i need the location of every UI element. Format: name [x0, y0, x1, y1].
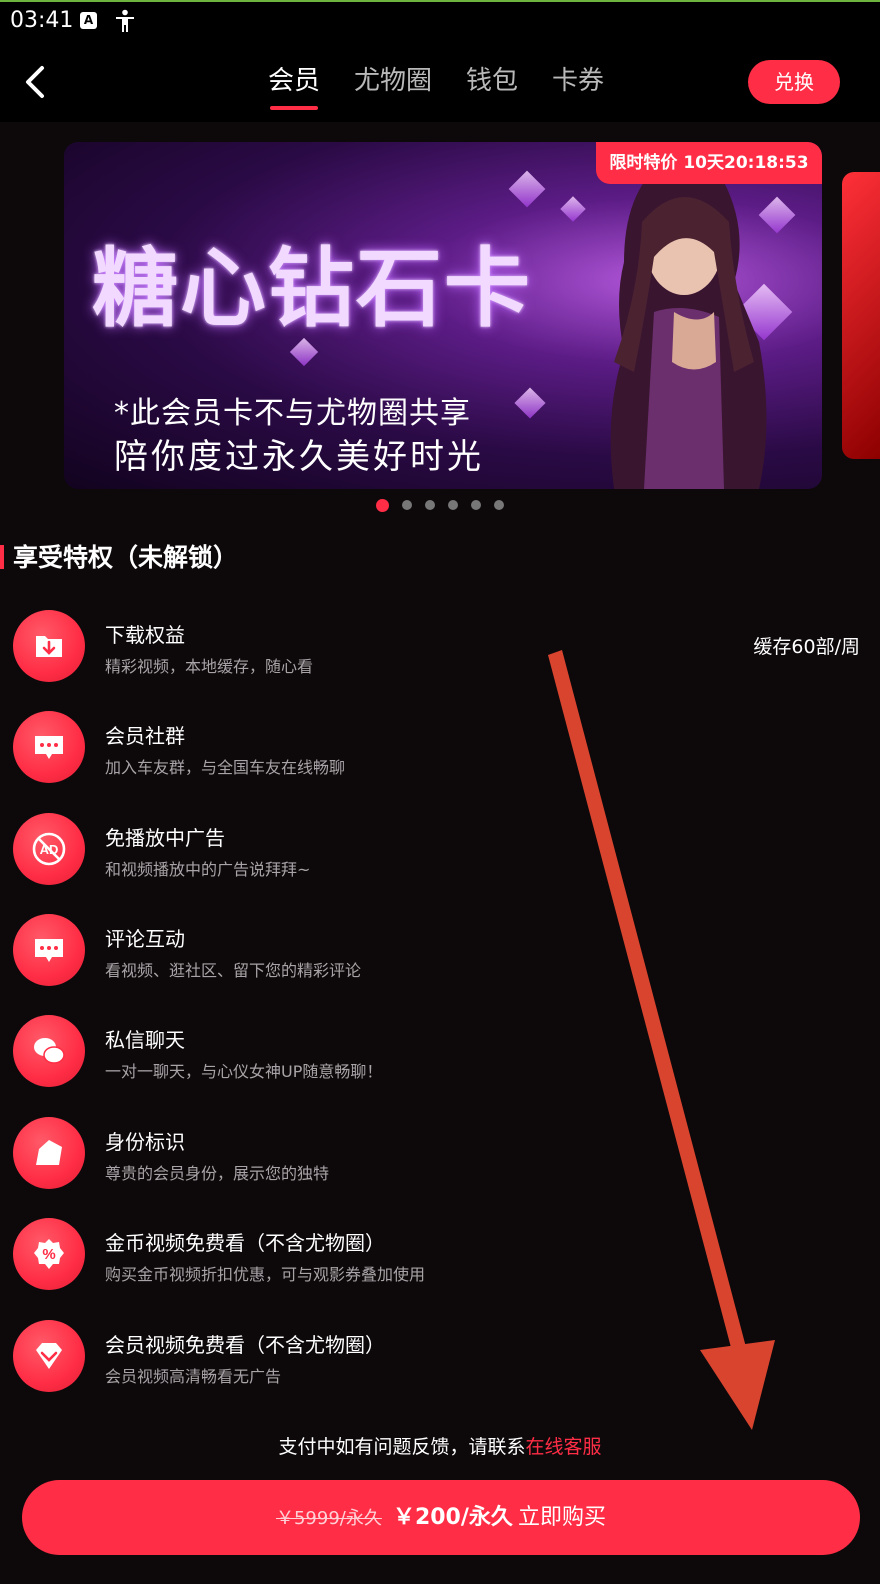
notification-a-icon: A — [80, 12, 97, 29]
privilege-item-private-message: 私信聊天 一对一聊天，与心仪女神UP随意畅聊！ — [0, 1015, 880, 1115]
privilege-item-member-video: 会员视频免费看（不含尤物圈） 会员视频高清畅看无广告 — [0, 1320, 880, 1420]
privilege-title: 评论互动 — [105, 927, 185, 951]
help-text: 支付中如有问题反馈，请联系 — [278, 1436, 526, 1458]
buy-now-label: 立即购买 — [518, 1505, 607, 1530]
diamond-decoration-icon — [514, 387, 546, 419]
accessibility-icon — [116, 9, 134, 32]
carousel-dot[interactable] — [471, 500, 481, 510]
banner-subtitle-slogan: 陪你度过永久美好时光 — [114, 437, 484, 477]
original-price: ￥5999/永久 — [275, 1508, 382, 1529]
status-bar: 03:41 A — [0, 0, 880, 42]
privileges-section-title: 享受特权（未解锁） — [13, 543, 239, 572]
privilege-title: 会员社群 — [105, 724, 185, 748]
privilege-item-download: 下载权益 精彩视频，本地缓存，随心看 缓存60部/周 — [0, 610, 880, 710]
privilege-item-coin-video: % 金币视频免费看（不含尤物圈） 购买金币视频折扣优惠，可与观影券叠加使用 — [0, 1218, 880, 1318]
status-time: 03:41 — [10, 8, 74, 33]
diamond-decoration-icon — [508, 170, 546, 208]
message-icon — [13, 1015, 85, 1087]
sale-price: ￥200/永久 — [392, 1505, 513, 1530]
tab-youwuquan[interactable]: 尤物圈 — [354, 62, 432, 108]
tab-bar: 会员 尤物圈 钱包 卡券 — [268, 62, 638, 110]
svg-text:AD: AD — [40, 842, 59, 857]
comment-icon — [13, 914, 85, 986]
limited-offer-countdown: 限时特价 10天20:18:53 — [596, 142, 822, 184]
privilege-desc: 一对一聊天，与心仪女神UP随意畅聊！ — [105, 1062, 383, 1081]
privilege-desc: 精彩视频，本地缓存，随心看 — [105, 657, 314, 676]
privilege-desc: 看视频、逛社区、留下您的精彩评论 — [105, 961, 362, 980]
membership-banner[interactable]: 糖心钻石卡 *此会员卡不与尤物圈共享 陪你度过永久美好时光 限时特价 10天20… — [64, 142, 822, 489]
diamond-decoration-icon — [560, 196, 586, 222]
download-quota: 缓存60部/周 — [753, 636, 860, 658]
no-ad-icon: AD — [13, 813, 85, 885]
privilege-desc: 购买金币视频折扣优惠，可与观影券叠加使用 — [105, 1265, 426, 1284]
privilege-title: 私信聊天 — [105, 1028, 185, 1052]
carousel-dot[interactable] — [448, 500, 458, 510]
privilege-title: 免播放中广告 — [105, 826, 225, 850]
banner-subtitle-notice: *此会员卡不与尤物圈共享 — [114, 396, 471, 431]
privilege-item-community: 会员社群 加入车友群，与全国车友在线畅聊 — [0, 711, 880, 811]
tab-wallet[interactable]: 钱包 — [466, 62, 518, 108]
banner-title: 糖心钻石卡 — [92, 238, 532, 339]
banner-model-figure — [610, 172, 767, 489]
carousel-dot[interactable] — [402, 500, 412, 510]
privilege-desc: 会员视频高清畅看无广告 — [105, 1367, 282, 1386]
privilege-title: 身份标识 — [105, 1130, 185, 1154]
download-icon — [13, 610, 85, 682]
privilege-item-no-ads: AD 免播放中广告 和视频播放中的广告说拜拜~ — [0, 813, 880, 913]
carousel-dot[interactable] — [494, 500, 504, 510]
privilege-title: 会员视频免费看（不含尤物圈） — [105, 1333, 385, 1357]
section-accent-bar — [0, 545, 4, 569]
back-arrow-icon[interactable] — [18, 60, 58, 104]
customer-service-link[interactable]: 在线客服 — [526, 1436, 602, 1458]
buy-now-button[interactable]: ￥5999/永久 ￥200/永久 立即购买 — [22, 1480, 860, 1555]
carousel-dot[interactable] — [376, 499, 389, 512]
discount-icon: % — [13, 1218, 85, 1290]
carousel-dot[interactable] — [425, 500, 435, 510]
tab-coupons[interactable]: 卡券 — [552, 62, 604, 108]
badge-icon — [13, 1117, 85, 1189]
privilege-item-identity: 身份标识 尊贵的会员身份，展示您的独特 — [0, 1117, 880, 1217]
tab-membership[interactable]: 会员 — [268, 62, 320, 110]
payment-help-text: 支付中如有问题反馈，请联系在线客服 — [0, 1432, 880, 1459]
top-nav: 会员 尤物圈 钱包 卡券 兑换 — [0, 42, 880, 122]
diamond-icon — [13, 1320, 85, 1392]
privilege-desc: 尊贵的会员身份，展示您的独特 — [105, 1164, 330, 1183]
privilege-title: 金币视频免费看（不含尤物圈） — [105, 1231, 385, 1255]
carousel-indicator — [376, 499, 517, 512]
redeem-button[interactable]: 兑换 — [748, 60, 840, 104]
privilege-desc: 和视频播放中的广告说拜拜~ — [105, 860, 311, 879]
privilege-title: 下载权益 — [105, 623, 185, 647]
privilege-desc: 加入车友群，与全国车友在线畅聊 — [105, 758, 346, 777]
chat-bubble-icon — [13, 711, 85, 783]
privilege-item-comments: 评论互动 看视频、逛社区、留下您的精彩评论 — [0, 914, 880, 1014]
next-banner-preview[interactable] — [842, 172, 880, 459]
svg-text:%: % — [42, 1246, 55, 1263]
